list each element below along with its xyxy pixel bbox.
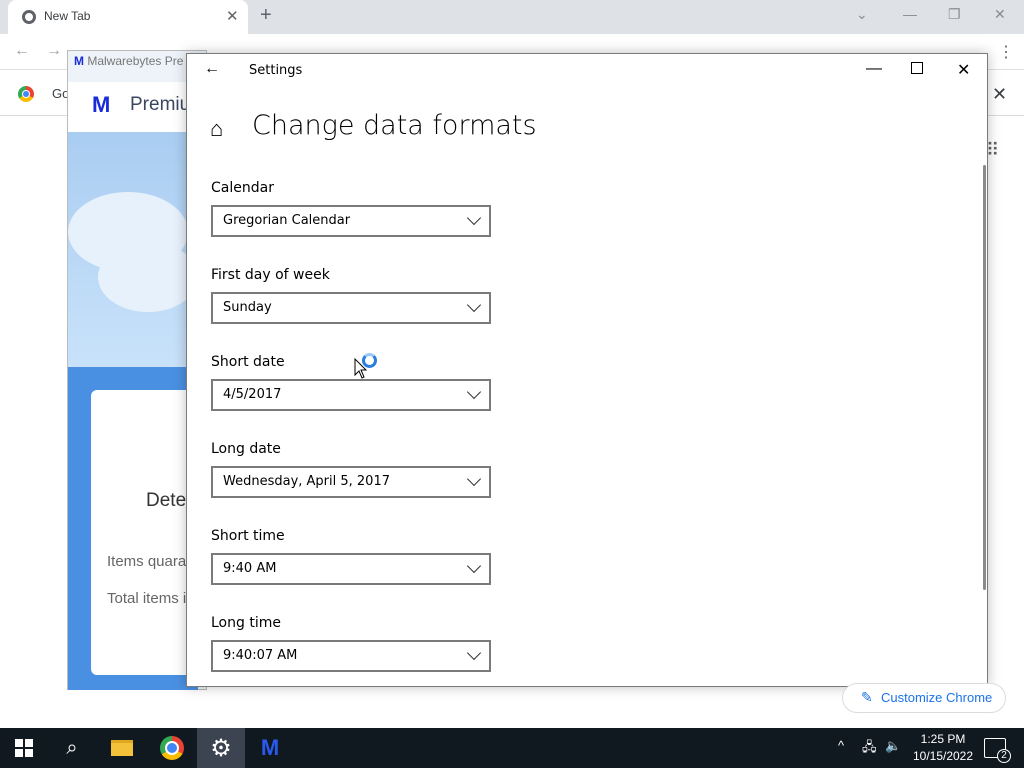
cloud-shape	[98, 242, 198, 312]
settings-maximize-icon[interactable]	[911, 62, 923, 74]
menu-icon[interactable]: ⋮	[998, 42, 1014, 62]
tab-title: New Tab	[44, 9, 91, 23]
network-icon[interactable]: 🖧	[862, 738, 877, 760]
minimize-icon[interactable]: —	[903, 6, 917, 22]
malwarebytes-icon: M	[260, 735, 280, 760]
long-time-value: 9:40:07 AM	[223, 648, 298, 663]
settings-taskbar-button[interactable]: ⚙	[197, 728, 245, 768]
malwarebytes-taskbar-button[interactable]: M	[246, 728, 294, 768]
settings-window-title: Settings	[249, 63, 303, 78]
chrome-favicon-icon	[22, 10, 36, 24]
clock-date: 10/15/2022	[912, 749, 974, 763]
restore-icon[interactable]: ❐	[948, 6, 961, 23]
malwarebytes-banner	[68, 132, 198, 367]
malwarebytes-brand: Premiu	[130, 94, 191, 115]
chevron-down-icon	[466, 384, 482, 400]
long-date-dropdown[interactable]: Wednesday, April 5, 2017	[211, 466, 491, 498]
settings-scrollbar[interactable]	[983, 165, 986, 590]
long-date-label: Long date	[211, 441, 281, 457]
malwarebytes-small-logo-icon: M	[74, 54, 84, 68]
card-heading: Dete	[146, 490, 187, 511]
show-hidden-icons-icon[interactable]: ^	[838, 738, 844, 753]
google-icon[interactable]	[18, 86, 34, 102]
chrome-icon	[160, 736, 184, 760]
start-button[interactable]	[0, 728, 48, 768]
notification-count: 2	[997, 749, 1011, 763]
calendar-label: Calendar	[211, 180, 274, 196]
malwarebytes-logo-icon: M	[92, 92, 111, 117]
chevron-down-icon	[466, 297, 482, 313]
chevron-down-icon	[466, 471, 482, 487]
busy-spinner-icon	[362, 353, 377, 368]
tab-search-icon[interactable]: ⌄	[856, 6, 868, 23]
items-quarantined-label: Items quara	[107, 553, 187, 570]
malwarebytes-card	[91, 390, 201, 675]
chevron-down-icon	[466, 645, 482, 661]
malwarebytes-title: M Malwarebytes Pre	[74, 54, 184, 68]
home-icon[interactable]: ⌂	[210, 116, 223, 142]
long-time-dropdown[interactable]: 9:40:07 AM	[211, 640, 491, 672]
short-date-label: Short date	[211, 354, 285, 370]
settings-window	[186, 53, 988, 687]
long-time-label: Long time	[211, 615, 281, 631]
back-arrow-icon[interactable]: ←	[204, 60, 220, 78]
chevron-down-icon	[466, 558, 482, 574]
short-time-value: 9:40 AM	[223, 561, 277, 576]
short-time-label: Short time	[211, 528, 285, 544]
calendar-dropdown[interactable]: Gregorian Calendar	[211, 205, 491, 237]
dismiss-icon[interactable]: ✕	[992, 84, 1007, 105]
page-title: Change data formats	[252, 110, 537, 141]
total-items-label: Total items i	[107, 590, 187, 607]
chevron-down-icon	[466, 210, 482, 226]
folder-icon	[111, 740, 133, 756]
first-day-dropdown[interactable]: Sunday	[211, 292, 491, 324]
search-button[interactable]: ⌕	[48, 728, 96, 768]
volume-icon[interactable]: 🔈	[885, 738, 901, 754]
long-date-value: Wednesday, April 5, 2017	[223, 474, 390, 489]
first-day-value: Sunday	[223, 300, 272, 315]
chrome-taskbar-button[interactable]	[148, 728, 196, 768]
customize-label: Customize Chrome	[881, 690, 993, 705]
system-clock[interactable]: 1:25 PM 10/15/2022	[903, 731, 983, 765]
search-icon: ⌕	[66, 736, 78, 759]
short-date-dropdown[interactable]: 4/5/2017	[211, 379, 491, 411]
calendar-value: Gregorian Calendar	[223, 213, 351, 228]
windows-logo-icon	[15, 739, 33, 757]
short-date-value: 4/5/2017	[223, 387, 282, 402]
short-time-dropdown[interactable]: 9:40 AM	[211, 553, 491, 585]
tab-new-tab[interactable]: New Tab ✕	[8, 0, 248, 34]
close-window-icon[interactable]: ✕	[994, 6, 1006, 23]
gear-icon: ⚙	[210, 734, 232, 762]
forward-icon[interactable]: →	[46, 42, 62, 60]
customize-chrome-button[interactable]: ✎ Customize Chrome	[842, 683, 1006, 713]
new-tab-button[interactable]: +	[260, 4, 272, 27]
close-tab-icon[interactable]: ✕	[226, 7, 239, 25]
action-center-icon[interactable]: 2	[984, 738, 1011, 763]
back-icon[interactable]: ←	[14, 42, 30, 60]
pencil-icon: ✎	[861, 689, 873, 705]
settings-close-icon[interactable]: ✕	[957, 60, 970, 80]
settings-minimize-icon[interactable]: —	[866, 60, 882, 78]
first-day-label: First day of week	[211, 267, 330, 283]
clock-time: 1:25 PM	[920, 732, 966, 746]
file-explorer-button[interactable]	[98, 728, 146, 768]
